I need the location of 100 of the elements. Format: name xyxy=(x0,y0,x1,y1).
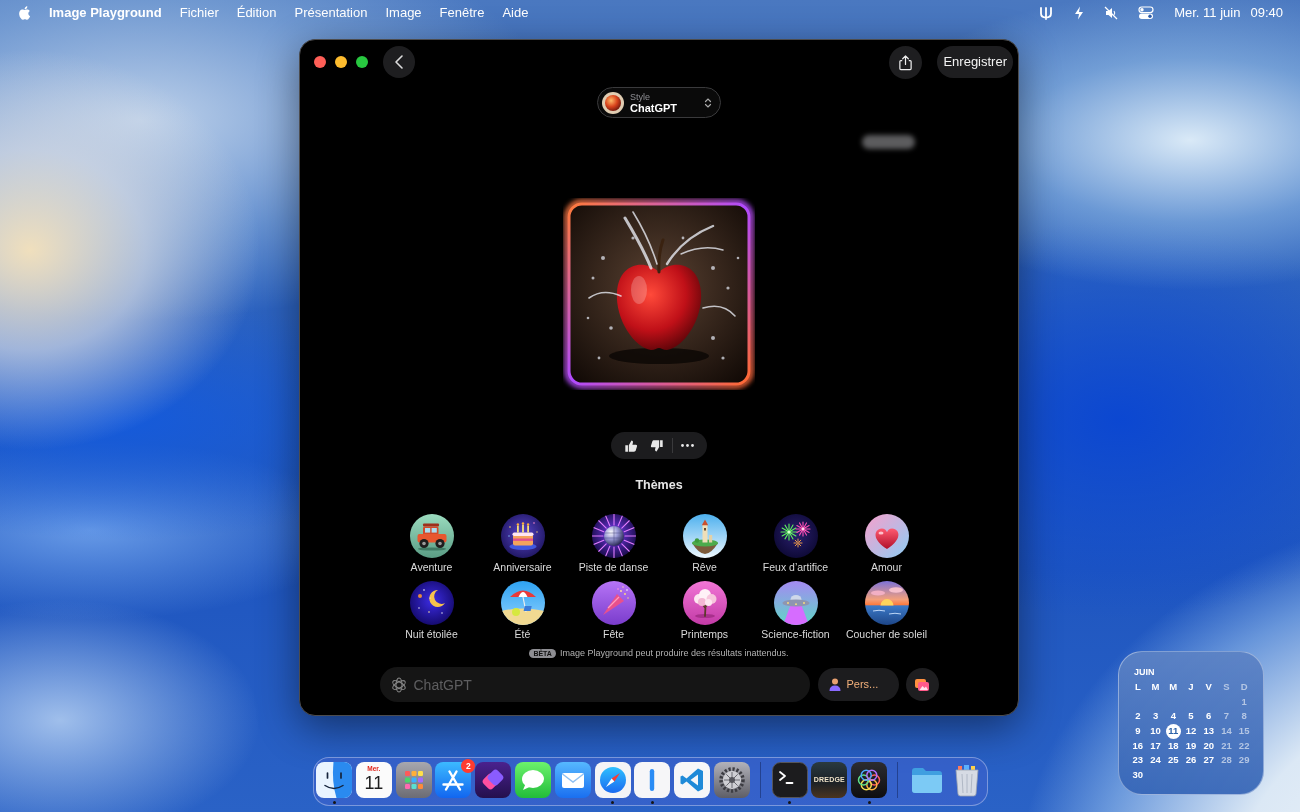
weekday-label: J xyxy=(1188,681,1194,694)
theme-button[interactable]: Piste de danse xyxy=(568,514,659,574)
person-button[interactable]: Pers... xyxy=(817,668,899,701)
calendar-day: 3 xyxy=(1152,710,1159,723)
menu-bar-clock[interactable]: 09:40 xyxy=(1250,5,1283,21)
speaker-muted-icon[interactable] xyxy=(1104,6,1119,20)
terminal-icon[interactable] xyxy=(771,762,808,798)
calendar-day: 14 xyxy=(1221,725,1232,738)
weekday-label: V xyxy=(1205,681,1212,694)
weekday-label: D xyxy=(1240,681,1248,694)
blurred-shape xyxy=(862,135,915,149)
envelope-icon[interactable] xyxy=(554,762,591,798)
calendar-day: 7 xyxy=(1223,710,1230,723)
chevron-left-icon xyxy=(394,54,404,70)
speech-bubble-icon[interactable] xyxy=(515,762,551,798)
back-button[interactable] xyxy=(383,46,415,78)
car-icon xyxy=(409,514,454,558)
gear-icon[interactable] xyxy=(713,762,750,798)
toggles-icon[interactable] xyxy=(1138,6,1155,20)
thumbs-up-icon xyxy=(624,438,638,453)
vertical-bar-icon[interactable] xyxy=(634,762,671,798)
calendar-day: 19 xyxy=(1185,739,1197,752)
person-icon xyxy=(828,678,841,691)
circles-ring-icon[interactable] xyxy=(851,762,888,798)
code-icon[interactable] xyxy=(674,762,711,798)
photos-icon xyxy=(914,677,930,692)
calendar-day: 10 xyxy=(1150,725,1161,738)
theme-button[interactable]: Feux d’artifice xyxy=(750,514,841,574)
calendar-day: 9 xyxy=(1135,725,1141,738)
menu-item[interactable]: Image xyxy=(385,5,422,21)
theme-button[interactable]: Fête xyxy=(568,581,659,641)
calendar-day: 30 xyxy=(1132,769,1144,782)
calendar-day: 5 xyxy=(1188,710,1194,723)
save-button[interactable]: Enregistrer xyxy=(937,46,1013,78)
themes-heading: Thèmes xyxy=(635,477,683,493)
prompt-field[interactable]: ChatGPT xyxy=(379,667,810,702)
style-picker[interactable]: Style ChatGPT xyxy=(597,87,721,118)
share-icon xyxy=(898,53,914,71)
calendar-day: 29 xyxy=(1238,754,1250,767)
beach-umbrella-icon xyxy=(500,581,545,625)
calendar-month: JUIN xyxy=(1134,666,1156,679)
close-icon[interactable] xyxy=(314,56,326,68)
ellipsis-icon xyxy=(680,444,694,447)
menu-item[interactable]: Aide xyxy=(502,5,529,21)
weekday-label: L xyxy=(1134,681,1141,694)
menu-bar-date[interactable]: Mer. 11 juin xyxy=(1174,5,1241,21)
theme-button[interactable]: Aventure xyxy=(386,514,477,574)
calendar-day: 4 xyxy=(1170,710,1176,723)
cake-icon xyxy=(500,514,545,558)
apple-icon[interactable] xyxy=(17,5,31,21)
theme-button[interactable]: Science-fiction xyxy=(750,581,841,641)
island-icon xyxy=(682,514,727,558)
beta-notice: Image Playground peut produire des résultats inattendus. xyxy=(559,647,789,659)
minimize-icon[interactable] xyxy=(335,56,347,68)
theme-button[interactable]: Rêve xyxy=(659,514,750,574)
moon-icon xyxy=(409,581,454,625)
calendar-day: 17 xyxy=(1150,739,1161,752)
calendar-day: 15 xyxy=(1238,725,1250,738)
notification-badge: 2 xyxy=(461,759,476,773)
tree-icon xyxy=(682,581,727,625)
theme-button[interactable]: Nuit étoilée xyxy=(386,581,477,641)
party-cone-icon xyxy=(591,581,636,625)
theme-button[interactable]: Anniversaire xyxy=(477,514,568,574)
image-button[interactable] xyxy=(905,668,939,701)
calendar-day: 27 xyxy=(1203,754,1214,767)
trident-icon[interactable] xyxy=(1038,6,1055,20)
share-button[interactable] xyxy=(889,45,923,79)
layers-icon[interactable] xyxy=(475,762,512,798)
calendar-day: 13 xyxy=(1203,725,1214,738)
knot-icon xyxy=(390,676,407,693)
calendar-day: 12 xyxy=(1185,725,1197,738)
thumbs-down-icon xyxy=(650,438,664,453)
calendar-day: 22 xyxy=(1238,739,1250,752)
calendar-day: 6 xyxy=(1206,710,1212,723)
theme-button[interactable]: Amour xyxy=(841,514,932,574)
calendar-day: 11 xyxy=(1165,723,1181,739)
weekday-label: S xyxy=(1223,681,1230,694)
app-store-icon[interactable] xyxy=(435,762,472,798)
smiling-face-icon[interactable] xyxy=(316,762,352,798)
calendar-day: 8 xyxy=(1241,710,1247,723)
bolt-icon[interactable] xyxy=(1074,6,1085,20)
calendar-day: 25 xyxy=(1168,754,1179,767)
theme-button[interactable]: Printemps xyxy=(659,581,750,641)
fireworks-icon xyxy=(773,514,818,558)
weekday-label: M xyxy=(1151,681,1160,694)
calendar-day: 23 xyxy=(1132,754,1144,767)
calendar-day: 16 xyxy=(1132,739,1144,752)
calendar-day: 24 xyxy=(1150,754,1161,767)
weekday-label: M xyxy=(1169,681,1178,694)
calendar-day: 26 xyxy=(1185,754,1197,767)
grid-icon[interactable] xyxy=(395,762,432,798)
menu-item[interactable]: Fenêtre xyxy=(439,5,485,21)
sunset-icon xyxy=(864,581,909,625)
calendar-day: 2 xyxy=(1135,710,1141,723)
theme-button[interactable]: Coucher de soleil xyxy=(841,581,932,641)
compass-icon[interactable] xyxy=(594,762,631,798)
zoom-icon[interactable] xyxy=(356,56,368,68)
calendar-day: 18 xyxy=(1168,739,1179,752)
theme-button[interactable]: Été xyxy=(477,581,568,641)
calendar-day: 1 xyxy=(1241,695,1247,708)
